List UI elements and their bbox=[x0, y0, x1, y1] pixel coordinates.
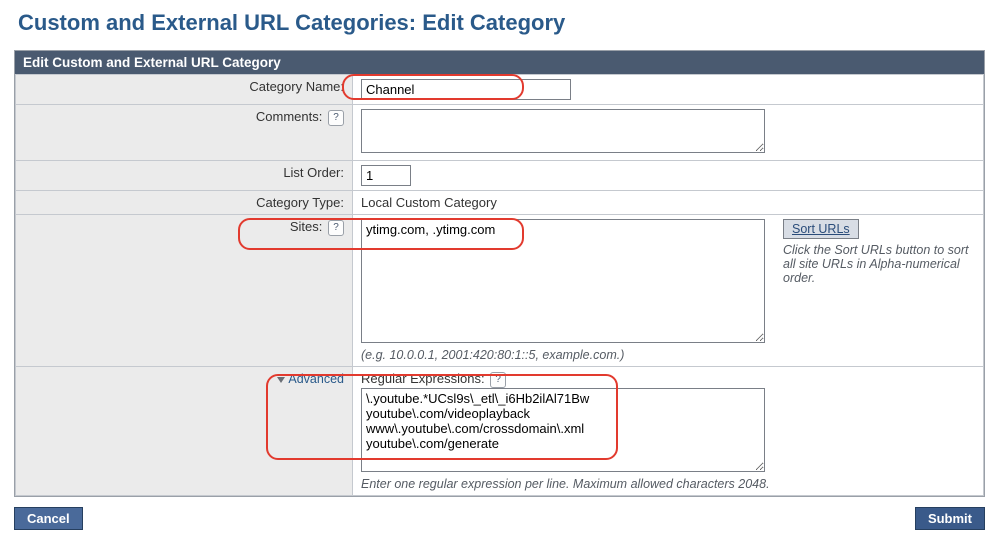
sites-textarea[interactable] bbox=[361, 219, 765, 343]
comments-textarea[interactable] bbox=[361, 109, 765, 153]
cancel-button[interactable]: Cancel bbox=[14, 507, 83, 530]
edit-category-panel: Edit Custom and External URL Category Ca… bbox=[14, 50, 985, 497]
help-icon[interactable]: ? bbox=[328, 220, 344, 236]
regex-textarea[interactable] bbox=[361, 388, 765, 472]
help-icon[interactable]: ? bbox=[328, 110, 344, 126]
submit-button[interactable]: Submit bbox=[915, 507, 985, 530]
category-name-label: Category Name: bbox=[16, 75, 353, 105]
comments-label: Comments: bbox=[256, 109, 322, 124]
category-name-input[interactable] bbox=[361, 79, 571, 100]
advanced-label: Advanced bbox=[288, 372, 344, 386]
help-icon[interactable]: ? bbox=[490, 372, 506, 388]
regex-header: Regular Expressions: bbox=[361, 371, 485, 386]
advanced-toggle[interactable]: Advanced bbox=[277, 372, 344, 386]
list-order-label: List Order: bbox=[16, 161, 353, 191]
chevron-down-icon bbox=[277, 377, 285, 383]
panel-header: Edit Custom and External URL Category bbox=[15, 51, 984, 74]
list-order-input[interactable] bbox=[361, 165, 411, 186]
page-title: Custom and External URL Categories: Edit… bbox=[18, 10, 985, 36]
category-type-value: Local Custom Category bbox=[353, 191, 984, 215]
category-type-label: Category Type: bbox=[16, 191, 353, 215]
sort-urls-button[interactable]: Sort URLs bbox=[783, 219, 859, 239]
form-table: Category Name: Comments: ? List Order: bbox=[15, 74, 984, 496]
sort-urls-hint: Click the Sort URLs button to sort all s… bbox=[783, 243, 983, 285]
regex-hint: Enter one regular expression per line. M… bbox=[361, 477, 975, 491]
sites-label: Sites: bbox=[290, 219, 323, 234]
sites-hint: (e.g. 10.0.0.1, 2001:420:80:1::5, exampl… bbox=[361, 348, 765, 362]
